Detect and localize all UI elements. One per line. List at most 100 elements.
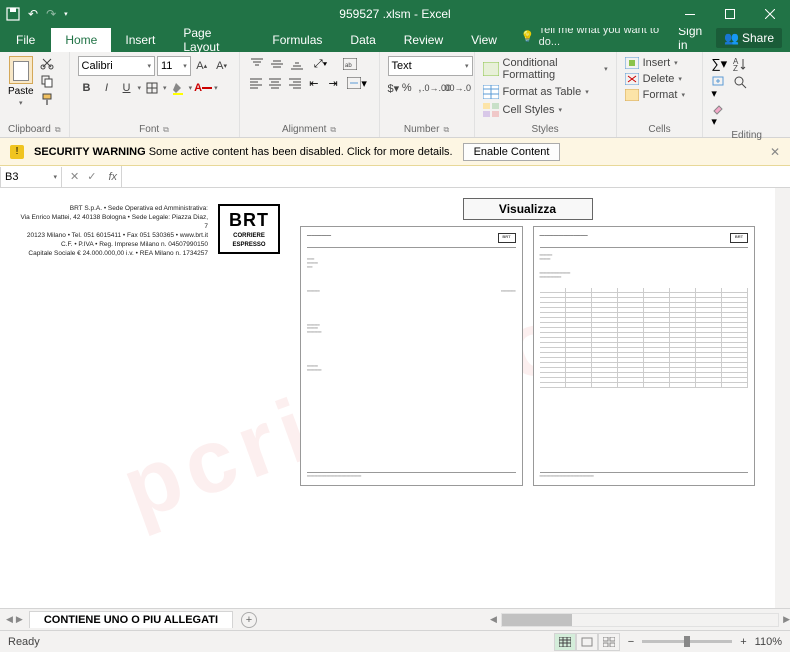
tab-view[interactable]: View bbox=[457, 28, 511, 52]
visualizza-button[interactable]: Visualizza bbox=[463, 198, 593, 220]
tab-insert[interactable]: Insert bbox=[111, 28, 169, 52]
share-label: Share bbox=[742, 31, 774, 45]
fill-color-button[interactable] bbox=[169, 79, 187, 97]
autosum-icon[interactable]: ∑▾ bbox=[711, 56, 727, 72]
delete-cells-icon bbox=[625, 73, 639, 85]
shrink-font-icon[interactable]: A▾ bbox=[213, 57, 231, 75]
copy-icon[interactable] bbox=[40, 74, 54, 88]
align-bottom-icon[interactable] bbox=[288, 56, 306, 72]
sort-filter-icon[interactable]: AZ bbox=[733, 56, 749, 72]
cell-styles-button[interactable]: Cell Styles▾ bbox=[483, 102, 608, 118]
font-color-button[interactable]: A bbox=[194, 79, 212, 97]
editing-label: Editing bbox=[731, 130, 762, 141]
paste-button[interactable]: Paste ▾ bbox=[8, 56, 34, 107]
font-size-select[interactable]: 11▾ bbox=[157, 56, 191, 76]
cancel-formula-icon[interactable]: ✕ bbox=[70, 170, 79, 183]
hscroll-right-icon[interactable]: ▶ bbox=[783, 614, 790, 625]
align-center-icon[interactable] bbox=[267, 75, 284, 91]
paste-label: Paste bbox=[8, 86, 34, 97]
grow-font-icon[interactable]: A▴ bbox=[193, 57, 211, 75]
insert-cells-button[interactable]: Insert▾ bbox=[625, 56, 695, 70]
font-name-select[interactable]: Calibri▾ bbox=[78, 56, 155, 76]
worksheet-area[interactable]: pcrisk.com BRT CORRIERE ESPRESSO BRT S.p… bbox=[0, 188, 790, 608]
sign-in-link[interactable]: Sign in bbox=[678, 24, 704, 52]
bold-button[interactable]: B bbox=[78, 79, 96, 97]
format-painter-icon[interactable] bbox=[40, 92, 54, 106]
decrease-decimal-icon[interactable]: .00→.0 bbox=[448, 79, 466, 97]
enter-formula-icon[interactable]: ✓ bbox=[87, 170, 96, 183]
group-clipboard: Paste ▾ Clipboard⧉ bbox=[0, 52, 70, 137]
shield-icon: ! bbox=[10, 145, 24, 159]
vertical-scrollbar[interactable] bbox=[775, 188, 790, 608]
fill-icon[interactable]: ▾ bbox=[711, 75, 727, 100]
formula-input[interactable] bbox=[121, 166, 790, 187]
group-font: Calibri▾ 11▾ A▴ A▾ B I U▾ ▾ ▾ A▾ Font⧉ bbox=[70, 52, 240, 137]
underline-button[interactable]: U bbox=[118, 79, 136, 97]
document-previews: ━━━━━━━━━━BRT ━━━━━━━━━━━━━ ━━━━━━━━━━━━… bbox=[300, 226, 755, 486]
maximize-button[interactable] bbox=[710, 0, 750, 28]
orientation-icon[interactable]: ⤢▾ bbox=[308, 56, 334, 72]
decrease-indent-icon[interactable]: ⇤ bbox=[305, 75, 322, 91]
fx-icon[interactable]: fx bbox=[104, 171, 121, 183]
new-sheet-button[interactable]: + bbox=[241, 612, 257, 628]
clear-icon[interactable]: ▾ bbox=[711, 103, 727, 128]
table-icon bbox=[483, 85, 499, 99]
zoom-level[interactable]: 110% bbox=[755, 636, 782, 648]
increase-indent-icon[interactable]: ⇥ bbox=[324, 75, 341, 91]
tab-page-layout[interactable]: Page Layout bbox=[169, 28, 258, 52]
sheet-tab-bar: ◀ ▶ CONTIENE UNO O PIU ALLEGATI + ◀ ▶ bbox=[0, 608, 790, 630]
italic-button[interactable]: I bbox=[98, 79, 116, 97]
page-break-view-button[interactable] bbox=[598, 633, 620, 651]
horizontal-scrollbar[interactable] bbox=[501, 613, 779, 627]
normal-view-button[interactable] bbox=[554, 633, 576, 651]
close-security-icon[interactable]: ✕ bbox=[770, 145, 780, 159]
format-cells-button[interactable]: Format▾ bbox=[625, 88, 695, 102]
number-launcher-icon[interactable]: ⧉ bbox=[443, 125, 449, 135]
tab-nav-next-icon[interactable]: ▶ bbox=[16, 614, 23, 625]
find-select-icon[interactable] bbox=[733, 75, 749, 91]
conditional-formatting-button[interactable]: Conditional Formatting▾ bbox=[483, 56, 608, 82]
alignment-launcher-icon[interactable]: ⧉ bbox=[330, 125, 336, 135]
font-launcher-icon[interactable]: ⧉ bbox=[163, 125, 169, 135]
tab-formulas[interactable]: Formulas bbox=[258, 28, 336, 52]
zoom-out-button[interactable]: − bbox=[628, 636, 634, 648]
border-button[interactable] bbox=[143, 79, 161, 97]
align-top-icon[interactable] bbox=[248, 56, 266, 72]
tab-data[interactable]: Data bbox=[336, 28, 389, 52]
tab-home[interactable]: Home bbox=[51, 28, 111, 52]
align-middle-icon[interactable] bbox=[268, 56, 286, 72]
percent-icon[interactable]: % bbox=[401, 79, 412, 97]
number-format-select[interactable]: Text▾ bbox=[388, 56, 473, 76]
hscroll-left-icon[interactable]: ◀ bbox=[490, 614, 497, 625]
delete-cells-button[interactable]: Delete▾ bbox=[625, 72, 695, 86]
qat-customize-icon[interactable]: ▾ bbox=[64, 10, 68, 18]
wrap-text-button[interactable]: ab bbox=[336, 56, 364, 72]
alignment-label: Alignment bbox=[282, 124, 326, 135]
enable-content-button[interactable]: Enable Content bbox=[463, 143, 561, 161]
minimize-button[interactable] bbox=[670, 0, 710, 28]
font-label: Font bbox=[139, 124, 159, 135]
format-as-table-button[interactable]: Format as Table▾ bbox=[483, 84, 608, 100]
cut-icon[interactable] bbox=[40, 56, 54, 70]
zoom-in-button[interactable]: + bbox=[740, 636, 746, 648]
page-layout-view-button[interactable] bbox=[576, 633, 598, 651]
currency-icon[interactable]: $▾ bbox=[388, 79, 400, 97]
undo-icon[interactable]: ↶ bbox=[28, 7, 38, 21]
styles-label: Styles bbox=[531, 124, 558, 135]
zoom-slider[interactable] bbox=[642, 640, 732, 643]
tab-review[interactable]: Review bbox=[390, 28, 457, 52]
align-left-icon[interactable] bbox=[248, 75, 265, 91]
sheet-tab[interactable]: CONTIENE UNO O PIU ALLEGATI bbox=[29, 611, 233, 628]
clipboard-launcher-icon[interactable]: ⧉ bbox=[55, 125, 61, 135]
redo-icon[interactable]: ↷ bbox=[46, 7, 56, 21]
paste-dropdown-icon[interactable]: ▾ bbox=[19, 99, 23, 107]
name-box[interactable]: B3▾ bbox=[0, 167, 62, 187]
tab-nav-prev-icon[interactable]: ◀ bbox=[6, 614, 13, 625]
merge-center-button[interactable]: ▾ bbox=[344, 75, 371, 91]
close-button[interactable] bbox=[750, 0, 790, 28]
security-text: SECURITY WARNING Some active content has… bbox=[34, 146, 453, 158]
share-button[interactable]: 👥 Share bbox=[716, 28, 782, 48]
tab-file[interactable]: File bbox=[0, 28, 51, 52]
align-right-icon[interactable] bbox=[286, 75, 303, 91]
save-icon[interactable] bbox=[6, 7, 20, 21]
